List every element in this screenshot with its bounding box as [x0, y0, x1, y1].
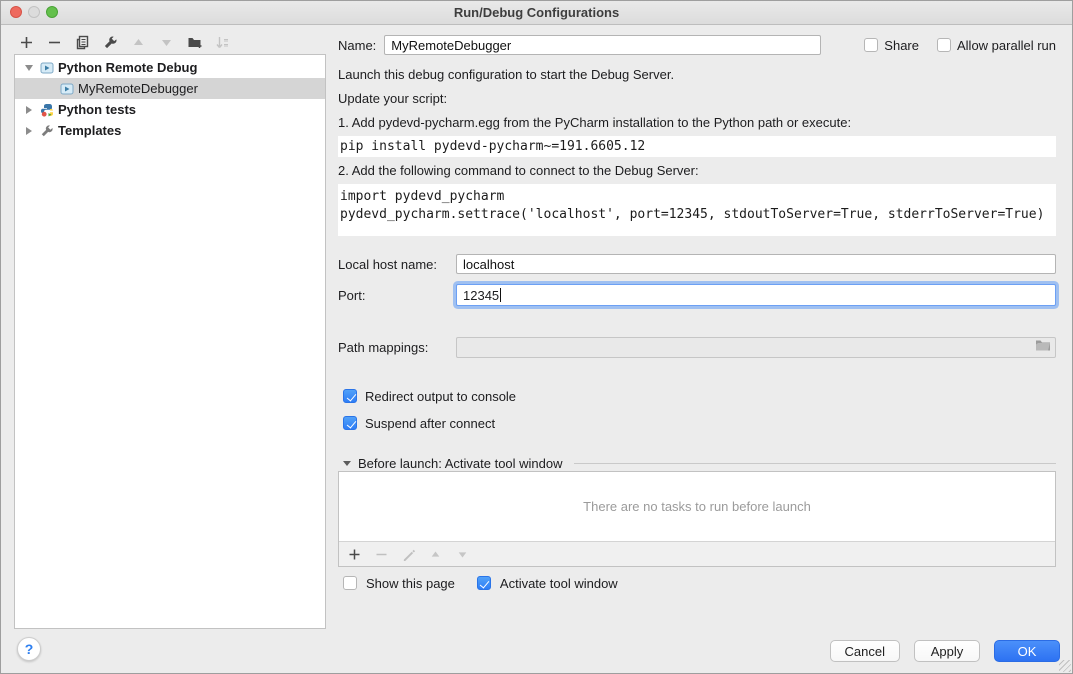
redirect-output-row[interactable]: Redirect output to console — [343, 388, 516, 404]
configuration-editor: Name: Share Allow parallel run Launch th… — [338, 24, 1059, 673]
dialog-buttons: Cancel Apply OK — [830, 640, 1060, 662]
pip-install-command: pip install pydevd-pycharm~=191.6605.12 — [338, 136, 1056, 157]
sort-alphabetically-icon — [214, 34, 231, 51]
configurations-tree: Python Remote Debug MyRemoteDebugger — [14, 54, 326, 629]
name-label: Name: — [338, 38, 376, 53]
path-mappings-row: Path mappings: — [338, 336, 1056, 358]
share-checkbox[interactable] — [864, 38, 878, 52]
local-host-input[interactable] — [456, 254, 1056, 274]
share-checkbox-group[interactable]: Share — [864, 38, 919, 53]
show-this-page-checkbox[interactable] — [343, 576, 357, 590]
suspend-after-connect-label: Suspend after connect — [365, 416, 495, 431]
resize-grip[interactable] — [1059, 660, 1071, 672]
chevron-right-icon[interactable] — [21, 127, 37, 135]
collapse-triangle-icon[interactable] — [343, 461, 351, 466]
allow-parallel-run-checkbox[interactable] — [937, 38, 951, 52]
port-value: 12345 — [463, 288, 499, 303]
zoom-icon[interactable] — [46, 6, 58, 18]
tree-toolbar — [18, 31, 231, 53]
title-bar[interactable]: Run/Debug Configurations — [1, 1, 1072, 25]
tree-item-python-tests[interactable]: Python tests — [15, 99, 325, 120]
move-down-icon — [158, 34, 175, 51]
apply-button[interactable]: Apply — [914, 640, 980, 662]
allow-parallel-run-label: Allow parallel run — [957, 38, 1056, 53]
minimize-icon — [28, 6, 40, 18]
suspend-after-connect-checkbox[interactable] — [343, 416, 357, 430]
add-task-icon[interactable] — [347, 547, 362, 562]
code-settrace-line: pydevd_pycharm.settrace('localhost', por… — [340, 206, 1054, 224]
port-label: Port: — [338, 288, 456, 303]
code-import-line: import pydevd_pycharm — [340, 188, 1054, 206]
tree-item-templates[interactable]: Templates — [15, 120, 325, 141]
description-step1: 1. Add pydevd-pycharm.egg from the PyCha… — [338, 111, 1056, 135]
window-title: Run/Debug Configurations — [454, 5, 619, 20]
allow-parallel-run-checkbox-group[interactable]: Allow parallel run — [937, 38, 1056, 53]
description-intro: Launch this debug configuration to start… — [338, 63, 1056, 87]
close-icon[interactable] — [10, 6, 22, 18]
page-options-row: Show this page Activate tool window — [343, 575, 618, 591]
before-launch-header[interactable]: Before launch: Activate tool window — [343, 456, 1056, 471]
chevron-right-icon[interactable] — [21, 106, 37, 114]
tree-item-label: Python Remote Debug — [58, 60, 197, 75]
show-this-page-label: Show this page — [366, 576, 455, 591]
cancel-button[interactable]: Cancel — [830, 640, 900, 662]
description-step2: 2. Add the following command to connect … — [338, 159, 1056, 183]
new-folder-icon[interactable] — [186, 34, 203, 51]
local-host-label: Local host name: — [338, 257, 456, 272]
settrace-code-block: import pydevd_pycharm pydevd_pycharm.set… — [338, 184, 1056, 236]
edit-task-pencil-icon — [401, 547, 416, 562]
activate-tool-window-checkbox[interactable] — [477, 576, 491, 590]
remove-task-icon — [374, 547, 389, 562]
share-label: Share — [884, 38, 919, 53]
tree-item-label: MyRemoteDebugger — [78, 81, 198, 96]
local-host-row: Local host name: — [338, 253, 1056, 275]
tree-item-myremotedebugger[interactable]: MyRemoteDebugger — [15, 78, 325, 99]
run-debug-configurations-dialog: Run/Debug Configurations — [0, 0, 1073, 674]
help-button[interactable]: ? — [17, 637, 41, 661]
move-up-icon — [130, 34, 147, 51]
name-row-checkboxes: Share Allow parallel run — [864, 38, 1056, 53]
empty-task-list: There are no tasks to run before launch — [339, 472, 1055, 541]
window-controls — [10, 6, 58, 18]
text-caret — [500, 288, 501, 302]
redirect-output-checkbox[interactable] — [343, 389, 357, 403]
wrench-icon — [39, 123, 54, 138]
header-separator — [574, 463, 1056, 464]
move-task-up-icon — [428, 547, 443, 562]
path-mappings-label: Path mappings: — [338, 340, 456, 355]
name-input[interactable] — [384, 35, 821, 55]
before-launch-task-list: There are no tasks to run before launch — [338, 471, 1056, 567]
name-row: Name: Share Allow parallel run — [338, 34, 1056, 56]
tree-item-python-remote-debug[interactable]: Python Remote Debug — [15, 57, 325, 78]
before-launch-toolbar — [339, 541, 1055, 566]
activate-tool-window-label: Activate tool window — [500, 576, 618, 591]
redirect-output-label: Redirect output to console — [365, 389, 516, 404]
description-update: Update your script: — [338, 87, 1056, 111]
browse-folder-icon[interactable] — [1035, 339, 1051, 355]
move-task-down-icon — [455, 547, 470, 562]
copy-icon[interactable] — [74, 34, 91, 51]
description-block: Launch this debug configuration to start… — [338, 63, 1056, 236]
suspend-after-connect-row[interactable]: Suspend after connect — [343, 415, 495, 431]
before-launch-title: Before launch: Activate tool window — [358, 456, 563, 471]
run-config-icon — [39, 60, 54, 75]
add-icon[interactable] — [18, 34, 35, 51]
path-mappings-input[interactable] — [456, 337, 1056, 358]
port-row: Port: 12345 — [338, 282, 1056, 308]
empty-task-message: There are no tasks to run before launch — [583, 499, 811, 514]
port-input[interactable]: 12345 — [456, 284, 1056, 306]
ok-button[interactable]: OK — [994, 640, 1060, 662]
run-config-icon — [59, 81, 74, 96]
python-tests-icon — [39, 102, 54, 117]
help-question-icon: ? — [25, 641, 34, 657]
tree-item-label: Python tests — [58, 102, 136, 117]
edit-defaults-wrench-icon[interactable] — [102, 34, 119, 51]
remove-icon[interactable] — [46, 34, 63, 51]
tree-item-label: Templates — [58, 123, 121, 138]
chevron-down-icon[interactable] — [21, 65, 37, 71]
